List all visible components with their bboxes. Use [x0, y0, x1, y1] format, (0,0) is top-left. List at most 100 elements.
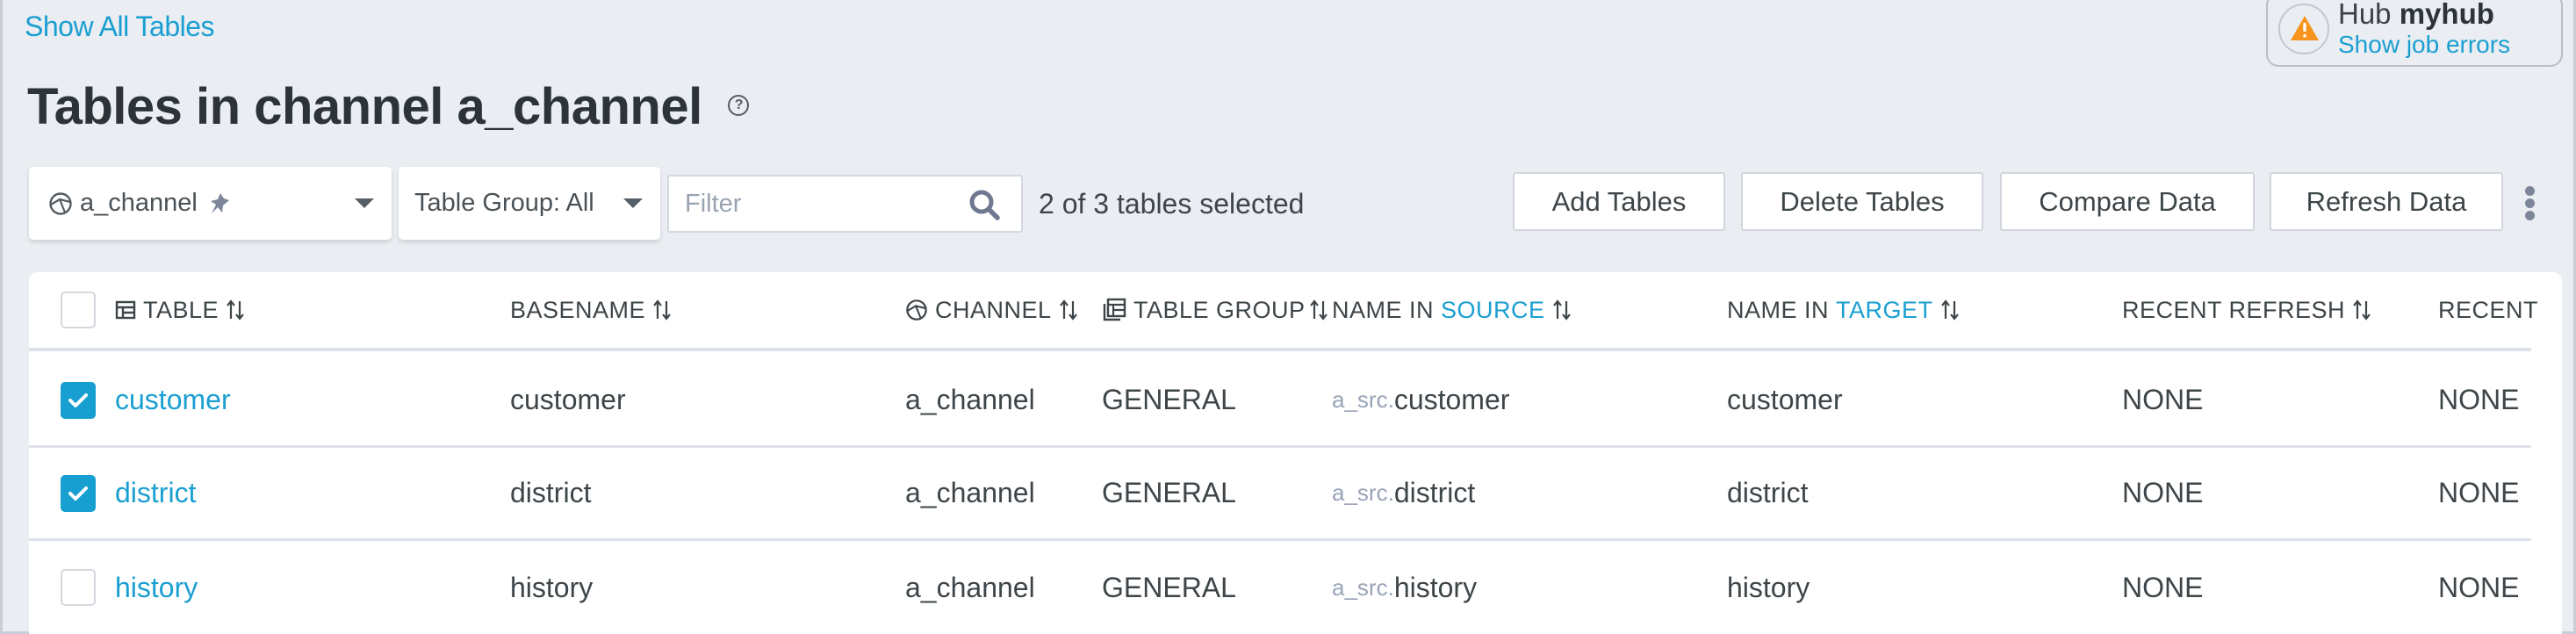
column-header-accent: TARGET: [1836, 296, 1933, 323]
recent-refresh-cell: NONE: [2122, 477, 2204, 508]
column-header-recent[interactable]: RECENT: [2438, 272, 2538, 348]
select-all-cell: [61, 272, 96, 348]
column-header-accent: SOURCE: [1441, 296, 1545, 323]
row-checkbox[interactable]: [61, 569, 96, 606]
row-select-cell: [61, 448, 96, 538]
column-header-label: CHANNEL: [935, 296, 1052, 323]
hub-label: Hub: [2338, 0, 2392, 30]
source-schema-prefix: a_src.: [1332, 573, 1394, 601]
name-in-target-cell: district: [1727, 477, 1809, 508]
add-tables-button[interactable]: Add Tables: [1513, 172, 1725, 231]
compare-data-button[interactable]: Compare Data: [2000, 172, 2255, 231]
basename-cell: history: [510, 571, 594, 603]
table-name-link[interactable]: district: [115, 477, 196, 509]
refresh-data-button[interactable]: Refresh Data: [2270, 172, 2503, 231]
channel-select[interactable]: a_channel: [29, 167, 392, 240]
table-group-icon: [1102, 298, 1126, 322]
channel-cell: a_channel: [905, 477, 1035, 508]
table-row[interactable]: district district a_channel GENERAL a_sr…: [29, 448, 2531, 541]
name-in-target-cell: customer: [1727, 384, 1843, 415]
page-title-prefix: Tables in channel: [27, 78, 443, 135]
column-header-label: TABLE: [143, 296, 219, 323]
row-checkbox[interactable]: [61, 381, 96, 419]
column-header-label: RECENT: [2438, 296, 2539, 323]
warning-icon: [2278, 4, 2329, 54]
table-group-select-value: Table Group: All: [414, 189, 594, 217]
column-header-label: BASENAME: [510, 296, 646, 323]
page-title-channel: a_channel: [457, 78, 703, 135]
column-header-recent-refresh[interactable]: RECENT REFRESH: [2122, 272, 2371, 348]
row-checkbox[interactable]: [61, 474, 96, 512]
table-icon: [115, 299, 136, 321]
recent-cell: NONE: [2438, 571, 2520, 603]
sort-icon[interactable]: [1309, 299, 1328, 321]
table-row[interactable]: history history a_channel GENERAL a_src.…: [29, 541, 2531, 634]
column-header-table[interactable]: TABLE: [115, 272, 245, 348]
row-select-cell: [61, 541, 96, 634]
sort-icon[interactable]: [1940, 299, 1960, 321]
table-name-cell: customer: [115, 355, 231, 445]
tables-table: TABLE BASENAME CHANNEL TABLE GROUP NAME …: [29, 272, 2562, 634]
help-icon[interactable]: ?: [728, 94, 750, 116]
chevron-down-icon: [355, 198, 374, 208]
page-title: Tables in channel a_channel ?: [27, 77, 750, 136]
column-header-label: NAME IN: [1727, 296, 1830, 323]
column-header-table-group[interactable]: TABLE GROUP: [1102, 272, 1328, 348]
table-name-link[interactable]: history: [115, 572, 198, 604]
table-row[interactable]: customer customer a_channel GENERAL a_sr…: [29, 355, 2531, 448]
more-options-icon[interactable]: [2522, 186, 2536, 221]
channel-cell: a_channel: [905, 384, 1035, 415]
column-header-channel[interactable]: CHANNEL: [905, 272, 1078, 348]
recent-refresh-cell: NONE: [2122, 571, 2204, 603]
channel-select-value: a_channel: [80, 189, 198, 217]
name-in-source-cell: a_src. district: [1332, 448, 1475, 538]
column-header-basename[interactable]: BASENAME: [510, 272, 672, 348]
recent-refresh-cell: NONE: [2122, 384, 2204, 415]
table-name-cell: history: [115, 541, 198, 634]
name-in-source-cell: a_src. history: [1332, 541, 1477, 634]
table-group-cell: GENERAL: [1102, 571, 1236, 603]
table-group-select[interactable]: Table Group: All: [399, 167, 660, 240]
table-name-link[interactable]: customer: [115, 384, 231, 416]
channel-icon: [905, 299, 928, 321]
recent-cell: NONE: [2438, 477, 2520, 508]
source-table-name: district: [1393, 477, 1476, 508]
hub-name: myhub: [2399, 0, 2494, 30]
column-header-label: RECENT REFRESH: [2122, 296, 2346, 323]
selection-count: 2 of 3 tables selected: [1039, 188, 1305, 220]
filter-input[interactable]: [685, 185, 948, 222]
table-name-cell: district: [115, 448, 196, 538]
source-schema-prefix: a_src.: [1332, 479, 1394, 506]
sort-icon[interactable]: [1059, 299, 1078, 321]
search-icon[interactable]: [968, 189, 1002, 227]
filter-field[interactable]: [667, 175, 1023, 233]
show-all-tables-link[interactable]: Show All Tables: [25, 11, 215, 43]
hub-status-box: Hub myhub Show job errors: [2266, 0, 2563, 67]
table-group-cell: GENERAL: [1102, 477, 1236, 508]
delete-tables-button[interactable]: Delete Tables: [1741, 172, 1983, 231]
column-header-name-in-target[interactable]: NAME IN TARGET: [1727, 272, 1960, 348]
chevron-down-icon: [623, 198, 643, 208]
basename-cell: customer: [510, 384, 626, 415]
table-header-row: TABLE BASENAME CHANNEL TABLE GROUP NAME …: [29, 272, 2538, 351]
source-table-name: history: [1393, 571, 1478, 603]
column-header-label: TABLE GROUP: [1133, 296, 1306, 323]
pin-icon[interactable]: [208, 191, 231, 216]
sort-icon[interactable]: [226, 299, 245, 321]
sort-icon[interactable]: [2352, 299, 2371, 321]
show-job-errors-link[interactable]: Show job errors: [2338, 31, 2510, 59]
column-header-label: NAME IN: [1332, 296, 1435, 323]
sort-icon[interactable]: [1552, 299, 1572, 321]
table-group-cell: GENERAL: [1102, 384, 1236, 415]
row-select-cell: [61, 355, 96, 445]
hub-title: Hub myhub: [2338, 0, 2494, 31]
select-all-checkbox[interactable]: [61, 292, 96, 328]
source-table-name: customer: [1393, 384, 1510, 415]
column-header-name-in-source[interactable]: NAME IN SOURCE: [1332, 272, 1572, 348]
sort-icon[interactable]: [652, 299, 672, 321]
recent-cell: NONE: [2438, 384, 2520, 415]
channel-cell: a_channel: [905, 571, 1035, 603]
source-schema-prefix: a_src.: [1332, 386, 1394, 413]
name-in-target-cell: history: [1727, 571, 1810, 603]
name-in-source-cell: a_src. customer: [1332, 355, 1509, 445]
